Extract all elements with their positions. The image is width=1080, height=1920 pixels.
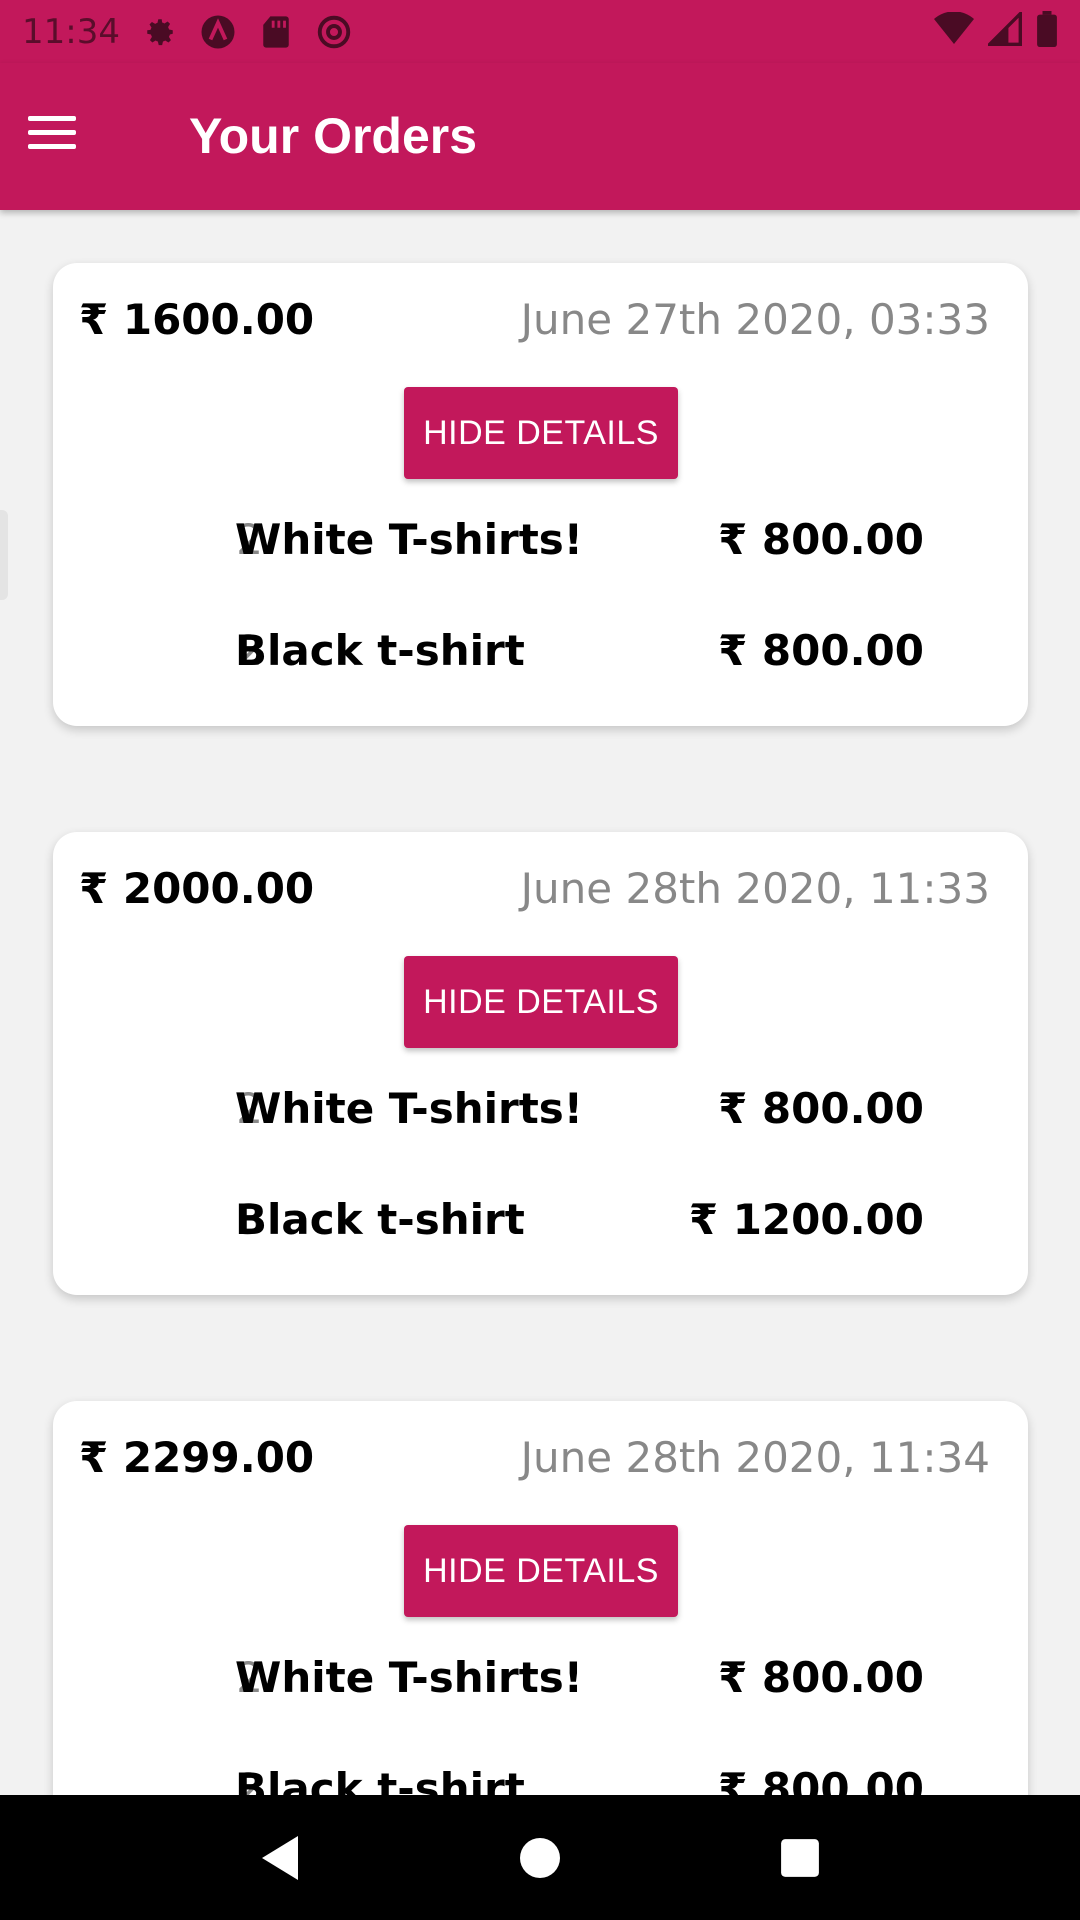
order-card: ₹ 2299.00 June 28th 2020, 11:34 HIDE DET… bbox=[53, 1401, 1028, 1795]
home-icon[interactable] bbox=[510, 1828, 570, 1888]
signal-icon bbox=[985, 9, 1022, 51]
order-card: ₹ 1600.00 June 27th 2020, 03:33 HIDE DET… bbox=[53, 263, 1028, 726]
item-price: ₹ 1200.00 bbox=[688, 1195, 924, 1244]
order-item: 2 Black t-shirt ₹ 800.00 bbox=[53, 626, 1028, 686]
order-card: ₹ 2000.00 June 28th 2020, 11:33 HIDE DET… bbox=[53, 832, 1028, 1295]
system-navigation-bar bbox=[0, 1795, 1080, 1920]
order-date: June 28th 2020, 11:34 bbox=[520, 1433, 990, 1482]
battery-icon bbox=[1036, 11, 1058, 52]
item-name: White T-shirts! bbox=[235, 515, 583, 564]
status-bar: 11:34 bbox=[0, 0, 1080, 63]
item-name: Black t-shirt bbox=[235, 626, 525, 675]
order-total: ₹ 2299.00 bbox=[79, 1433, 315, 1482]
at-sign-icon bbox=[316, 14, 352, 50]
wifi-icon bbox=[934, 11, 974, 51]
recents-icon[interactable] bbox=[770, 1828, 830, 1888]
item-name: Black t-shirt bbox=[235, 1195, 525, 1244]
order-total: ₹ 1600.00 bbox=[79, 295, 315, 344]
page-title: Your Orders bbox=[189, 108, 478, 164]
hide-details-button[interactable]: HIDE DETAILS bbox=[404, 387, 678, 479]
back-icon[interactable] bbox=[250, 1828, 310, 1888]
app-a-icon bbox=[200, 14, 236, 50]
item-price: ₹ 800.00 bbox=[718, 1764, 924, 1795]
order-date: June 27th 2020, 03:33 bbox=[520, 295, 990, 344]
orders-list[interactable]: ₹ 1600.00 June 27th 2020, 03:33 HIDE DET… bbox=[0, 210, 1080, 1795]
order-item: 2 Black t-shirt ₹ 800.00 bbox=[53, 1764, 1028, 1795]
order-total: ₹ 2000.00 bbox=[79, 864, 315, 913]
order-item: 3 Black t-shirt ₹ 1200.00 bbox=[53, 1195, 1028, 1255]
hamburger-menu-icon[interactable] bbox=[28, 116, 76, 156]
item-price: ₹ 800.00 bbox=[718, 1084, 924, 1133]
item-name: White T-shirts! bbox=[235, 1084, 583, 1133]
app-bar: Your Orders bbox=[0, 63, 1080, 210]
item-price: ₹ 800.00 bbox=[718, 626, 924, 675]
item-price: ₹ 800.00 bbox=[718, 515, 924, 564]
order-item: 2 White T-shirts! ₹ 800.00 bbox=[53, 1653, 1028, 1713]
status-time: 11:34 bbox=[22, 11, 120, 52]
order-date: June 28th 2020, 11:33 bbox=[520, 864, 990, 913]
item-price: ₹ 800.00 bbox=[718, 1653, 924, 1702]
hide-details-button[interactable]: HIDE DETAILS bbox=[404, 1525, 678, 1617]
order-item: 2 White T-shirts! ₹ 800.00 bbox=[53, 515, 1028, 575]
order-item: 2 White T-shirts! ₹ 800.00 bbox=[53, 1084, 1028, 1144]
settings-icon bbox=[142, 14, 178, 50]
sd-card-icon bbox=[258, 14, 294, 50]
hide-details-button[interactable]: HIDE DETAILS bbox=[404, 956, 678, 1048]
item-name: Black t-shirt bbox=[235, 1764, 525, 1795]
item-name: White T-shirts! bbox=[235, 1653, 583, 1702]
